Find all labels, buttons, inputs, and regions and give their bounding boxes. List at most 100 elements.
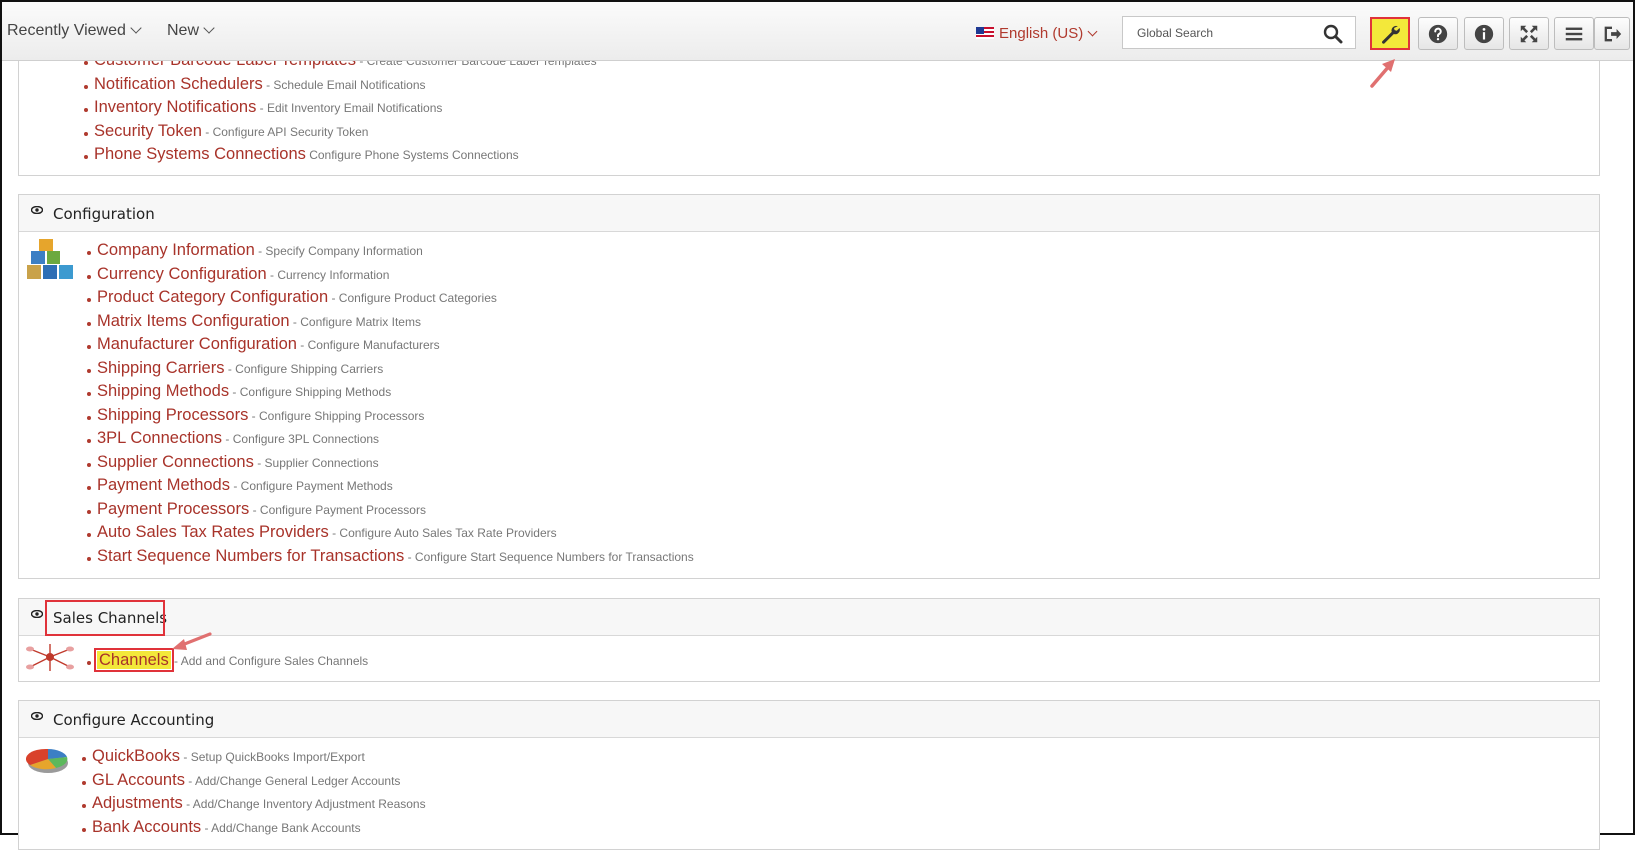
list-item: Shipping Processors - Configure Shipping…	[87, 406, 694, 430]
link-phone-systems-connections[interactable]: Phone Systems Connections	[94, 145, 306, 163]
configuration-links-list: Company Information - Specify Company In…	[87, 241, 694, 571]
list-item: Matrix Items Configuration - Configure M…	[87, 312, 694, 336]
panel-title: Configuration	[53, 205, 155, 223]
new-menu[interactable]: New	[167, 22, 215, 40]
logout-icon	[1604, 26, 1622, 41]
link-notification-schedulers[interactable]: Notification Schedulers	[94, 75, 263, 93]
list-item: GL Accounts - Add/Change General Ledger …	[82, 771, 426, 795]
configuration-panel-header[interactable]: Configuration	[19, 195, 1599, 232]
new-label: New	[167, 22, 200, 39]
link-description: - Add and Configure Sales Channels	[170, 654, 369, 668]
sales-channels-panel: Sales Channels Channels - Add and Config…	[18, 598, 1600, 682]
link-description: - Specify Company Information	[254, 244, 423, 258]
list-item: Start Sequence Numbers for Transactions …	[87, 547, 694, 571]
eye-icon[interactable]	[31, 712, 43, 720]
configuration-cubes-icon	[27, 239, 73, 279]
sales-channels-network-icon	[26, 644, 74, 671]
eye-icon[interactable]	[31, 610, 43, 618]
link-description: - Setup QuickBooks Import/Export	[180, 750, 365, 764]
link-security-token[interactable]: Security Token	[94, 122, 202, 140]
link-description: Configure Phone Systems Connections	[305, 148, 519, 162]
list-item: Channels - Add and Configure Sales Chann…	[86, 648, 369, 675]
list-item: Product Category Configuration - Configu…	[87, 288, 694, 312]
list-item: Phone Systems Connections Configure Phon…	[84, 145, 597, 169]
link-bank-accounts[interactable]: Bank Accounts	[92, 818, 201, 836]
list-item: QuickBooks - Setup QuickBooks Import/Exp…	[82, 747, 426, 771]
expand-icon	[1520, 25, 1538, 42]
link-description: - Configure Payment Methods	[229, 479, 393, 493]
help-icon	[1428, 24, 1448, 43]
help-button[interactable]	[1418, 17, 1458, 50]
link-payment-processors[interactable]: Payment Processors	[97, 500, 249, 518]
link-description: - Configure Matrix Items	[289, 314, 421, 329]
hamburger-menu-icon	[1565, 27, 1583, 40]
link-channels[interactable]: Channels	[94, 648, 174, 672]
language-label: English (US)	[999, 25, 1084, 42]
chevron-down-icon	[1087, 26, 1098, 37]
info-button[interactable]	[1464, 17, 1504, 50]
menu-button[interactable]	[1554, 17, 1594, 50]
link-matrix-items-configuration[interactable]: Matrix Items Configuration	[97, 312, 290, 330]
settings-wrench-button[interactable]	[1370, 17, 1410, 50]
link-auto-sales-tax-rates-providers[interactable]: Auto Sales Tax Rates Providers	[97, 523, 329, 541]
link-quickbooks[interactable]: QuickBooks	[92, 747, 180, 765]
link-description: - Edit Inventory Email Notifications	[256, 101, 443, 115]
global-search-box	[1122, 16, 1356, 49]
link-description: - Add/Change Bank Accounts	[201, 820, 361, 835]
configuration-panel: Configuration Company Information - Spec…	[18, 194, 1600, 579]
link-inventory-notifications[interactable]: Inventory Notifications	[94, 98, 256, 116]
link-3pl-connections[interactable]: 3PL Connections	[97, 429, 222, 447]
eye-icon[interactable]	[31, 206, 43, 214]
global-search-input[interactable]	[1135, 25, 1319, 41]
recently-viewed-menu[interactable]: Recently Viewed	[7, 22, 142, 40]
search-icon[interactable]	[1323, 24, 1343, 44]
fullscreen-button[interactable]	[1509, 17, 1549, 50]
link-description: - Add/Change Inventory Adjustment Reason…	[182, 797, 426, 811]
link-description: - Configure Start Sequence Numbers for T…	[404, 549, 694, 564]
link-shipping-carriers[interactable]: Shipping Carriers	[97, 359, 224, 377]
link-gl-accounts[interactable]: GL Accounts	[92, 771, 185, 789]
list-item: Supplier Connections - Supplier Connecti…	[87, 453, 694, 477]
link-supplier-connections[interactable]: Supplier Connections	[97, 453, 254, 471]
link-start-sequence-numbers[interactable]: Start Sequence Numbers for Transactions	[97, 547, 404, 565]
list-item: Payment Methods - Configure Payment Meth…	[87, 476, 694, 500]
panel-title: Configure Accounting	[53, 711, 215, 729]
link-description: - Configure Auto Sales Tax Rate Provider…	[328, 526, 557, 540]
configure-accounting-panel-header[interactable]: Configure Accounting	[19, 701, 1599, 738]
link-description: - Configure Shipping Processors	[248, 408, 425, 423]
accounting-links-list: QuickBooks - Setup QuickBooks Import/Exp…	[82, 747, 426, 842]
link-product-category-configuration[interactable]: Product Category Configuration	[97, 288, 328, 306]
recently-viewed-label: Recently Viewed	[7, 22, 126, 39]
link-payment-methods[interactable]: Payment Methods	[97, 476, 230, 494]
link-description: - Configure Payment Processors	[249, 502, 426, 517]
link-shipping-processors[interactable]: Shipping Processors	[97, 406, 248, 424]
logout-button[interactable]	[1594, 17, 1630, 50]
link-company-information[interactable]: Company Information	[97, 241, 255, 259]
list-item: Bank Accounts - Add/Change Bank Accounts	[82, 818, 426, 842]
list-item: Adjustments - Add/Change Inventory Adjus…	[82, 794, 426, 818]
language-selector[interactable]: English (US)	[976, 25, 1098, 42]
annotation-arrow	[172, 632, 212, 650]
pie-chart-icon	[26, 748, 68, 773]
list-item: Shipping Methods - Configure Shipping Me…	[87, 382, 694, 406]
link-shipping-methods[interactable]: Shipping Methods	[97, 382, 229, 400]
list-item: Currency Configuration - Currency Inform…	[87, 265, 694, 289]
link-description: - Configure Shipping Carriers	[224, 361, 384, 376]
top-navigation-bar: Recently Viewed New English (US)	[2, 2, 1633, 61]
us-flag-icon	[976, 27, 994, 39]
list-item: Inventory Notifications - Edit Inventory…	[84, 98, 597, 122]
link-adjustments[interactable]: Adjustments	[92, 794, 183, 812]
sales-channels-panel-header[interactable]: Sales Channels	[19, 599, 1599, 636]
list-item: Auto Sales Tax Rates Providers - Configu…	[87, 523, 694, 547]
link-description: - Configure 3PL Connections	[222, 432, 380, 446]
settings-links-list: Customer Barcode Label Templates - Creat…	[84, 51, 597, 169]
link-description: - Schedule Email Notifications	[262, 77, 426, 92]
link-currency-configuration[interactable]: Currency Configuration	[97, 265, 267, 283]
link-manufacturer-configuration[interactable]: Manufacturer Configuration	[97, 335, 297, 353]
list-item: Shipping Carriers - Configure Shipping C…	[87, 359, 694, 383]
annotation-arrow	[1370, 59, 1395, 88]
list-item: Manufacturer Configuration - Configure M…	[87, 335, 694, 359]
link-description: - Add/Change General Ledger Accounts	[184, 773, 401, 788]
link-description: - Currency Information	[266, 267, 390, 282]
annotation-highlight-box	[45, 600, 165, 636]
